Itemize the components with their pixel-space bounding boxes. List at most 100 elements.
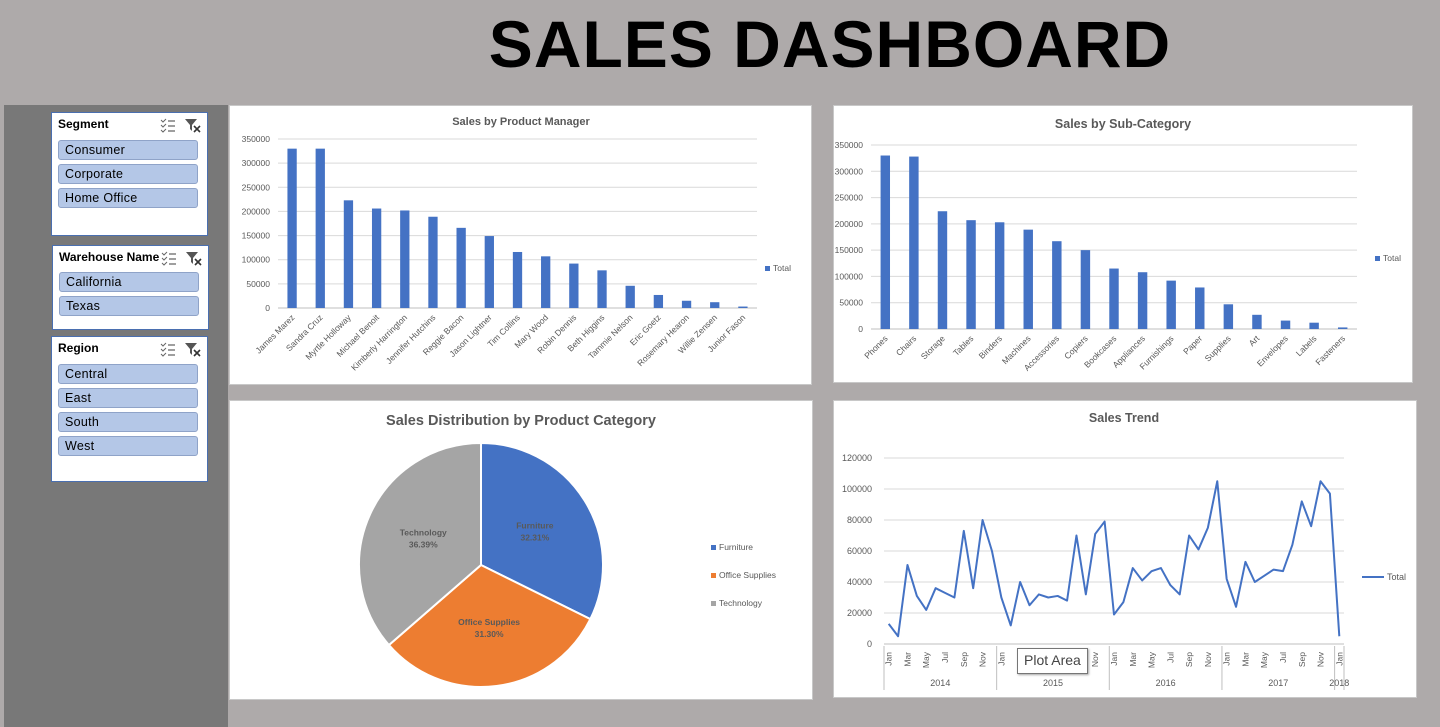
- pie-label-pct: 32.31%: [520, 533, 549, 543]
- bar: [625, 285, 635, 308]
- pie-label-name: Office Supplies: [458, 617, 520, 627]
- year-label: 2017: [1268, 678, 1288, 688]
- pie-chart-svg: Sales Distribution by Product Category Fu…: [358, 413, 776, 688]
- x-tick-label: Nov: [978, 651, 988, 667]
- multi-select-icon[interactable]: [161, 250, 177, 266]
- x-tick-label: Chairs: [894, 333, 918, 357]
- y-tick-label: 20000: [847, 608, 872, 618]
- x-tick-label: Copiers: [1062, 333, 1090, 361]
- bar: [909, 156, 919, 329]
- bar: [569, 263, 579, 308]
- x-tick-label: Jan: [884, 652, 894, 666]
- legend-swatch: [1375, 256, 1380, 261]
- chart-title: Sales by Sub-Category: [1055, 117, 1191, 131]
- bar: [1337, 327, 1348, 329]
- y-tick-label: 300000: [835, 166, 864, 176]
- bar: [880, 155, 891, 329]
- sales-distribution-pie-chart[interactable]: Sales Distribution by Product Category Fu…: [229, 400, 813, 700]
- x-tick-label: Nov: [1203, 651, 1213, 667]
- legend-label: Office Supplies: [719, 570, 776, 580]
- chart-title: Sales by Product Manager: [452, 116, 590, 128]
- bar: [1309, 322, 1319, 329]
- legend-swatch: [711, 601, 716, 606]
- x-tick-label: Jan: [1109, 652, 1119, 666]
- bar: [966, 220, 976, 329]
- bar: [1023, 229, 1033, 329]
- y-tick-label: 300000: [242, 158, 271, 168]
- x-tick-label: May: [1147, 651, 1157, 668]
- slicer-item-california[interactable]: California: [59, 272, 199, 292]
- legend-label: Total: [773, 263, 791, 273]
- bar: [400, 210, 410, 308]
- bar: [541, 256, 551, 308]
- x-tick-label: Mar: [1240, 652, 1250, 667]
- region-slicer: Region Central East South West: [51, 336, 208, 482]
- trend-chart-svg: Sales Trend 0 20000 40000 60000 80000 100000 12…: [842, 411, 1406, 690]
- x-tick-label: Binders: [977, 333, 1004, 360]
- segment-slicer: Segment Consumer Corporate Home Office: [51, 112, 208, 236]
- subcategory-chart-svg: Sales by Sub-Category 0 50000 100000 150000 2…: [835, 117, 1401, 373]
- bar: [1195, 287, 1205, 329]
- bar: [512, 251, 523, 308]
- sales-by-sub-category-chart[interactable]: Sales by Sub-Category 0 50000 100000 150000 2…: [833, 105, 1413, 383]
- x-tick-label: Jul: [1165, 652, 1175, 663]
- slicer-item-home-office[interactable]: Home Office: [58, 188, 198, 208]
- slicer-item-corporate[interactable]: Corporate: [58, 164, 198, 184]
- y-tick-label: 80000: [847, 515, 872, 525]
- slicer-title: Warehouse Name: [59, 250, 160, 264]
- slicer-item-texas[interactable]: Texas: [59, 296, 199, 316]
- x-tick-label: Tables: [951, 333, 975, 357]
- slicer-title: Region: [58, 341, 99, 355]
- y-tick-label: 0: [867, 639, 872, 649]
- bar: [315, 148, 325, 308]
- bar: [1052, 241, 1062, 329]
- x-tick-label: Jan: [996, 652, 1006, 666]
- bar: [681, 300, 692, 308]
- slicer-item-central[interactable]: Central: [58, 364, 198, 384]
- x-tick-label: Jul: [940, 652, 950, 663]
- y-tick-label: 100000: [835, 271, 864, 281]
- x-tick-label: Fasteners: [1313, 333, 1347, 367]
- x-tick-label: Labels: [1294, 333, 1319, 358]
- sales-by-product-manager-chart[interactable]: Sales by Product Manager 0 50000 100000 1500…: [229, 105, 812, 385]
- year-label: 2016: [1156, 678, 1176, 688]
- legend-swatch: [711, 573, 716, 578]
- y-tick-label: 350000: [242, 134, 271, 144]
- warehouse-slicer: Warehouse Name California Texas: [52, 245, 209, 330]
- dashboard-title: SALES DASHBOARD: [488, 7, 1172, 81]
- x-tick-label: May: [1259, 651, 1269, 668]
- legend-label: Technology: [719, 598, 763, 608]
- x-tick-label: Jan: [1222, 652, 1232, 666]
- clear-filter-icon[interactable]: [185, 250, 202, 266]
- y-tick-label: 60000: [847, 546, 872, 556]
- slicer-item-west[interactable]: West: [58, 436, 198, 456]
- x-tick-label: Art: [1247, 333, 1262, 348]
- sales-trend-chart[interactable]: Sales Trend 0 20000 40000 60000 80000 100000 12…: [833, 400, 1417, 698]
- manager-chart-svg: Sales by Product Manager 0 50000 100000 1500…: [242, 116, 791, 373]
- slicer-item-south[interactable]: South: [58, 412, 198, 432]
- pie-label-name: Technology: [400, 528, 447, 538]
- clear-filter-icon[interactable]: [184, 117, 201, 133]
- bar: [1252, 314, 1262, 329]
- x-tick-label: Mar: [1128, 652, 1138, 667]
- x-tick-label: May: [921, 651, 931, 668]
- bar: [428, 216, 438, 308]
- year-label: 2018: [1329, 678, 1349, 688]
- multi-select-icon[interactable]: [160, 341, 176, 357]
- x-tick-label: Storage: [919, 333, 947, 361]
- x-tick-label: Sep: [959, 652, 969, 667]
- bar: [287, 148, 297, 308]
- multi-select-icon[interactable]: [160, 117, 176, 133]
- clear-filter-icon[interactable]: [184, 341, 201, 357]
- pie-label-pct: 36.39%: [409, 540, 438, 550]
- slicer-item-east[interactable]: East: [58, 388, 198, 408]
- slicer-title: Segment: [58, 117, 109, 131]
- bar: [738, 306, 748, 308]
- slicer-item-consumer[interactable]: Consumer: [58, 140, 198, 160]
- y-tick-label: 100000: [842, 484, 872, 494]
- bar: [1109, 268, 1119, 329]
- x-tick-label: Paper: [1181, 333, 1204, 356]
- x-tick-label: Nov: [1316, 651, 1326, 667]
- x-tick-label: Mar: [902, 652, 912, 667]
- y-tick-label: 250000: [242, 182, 271, 192]
